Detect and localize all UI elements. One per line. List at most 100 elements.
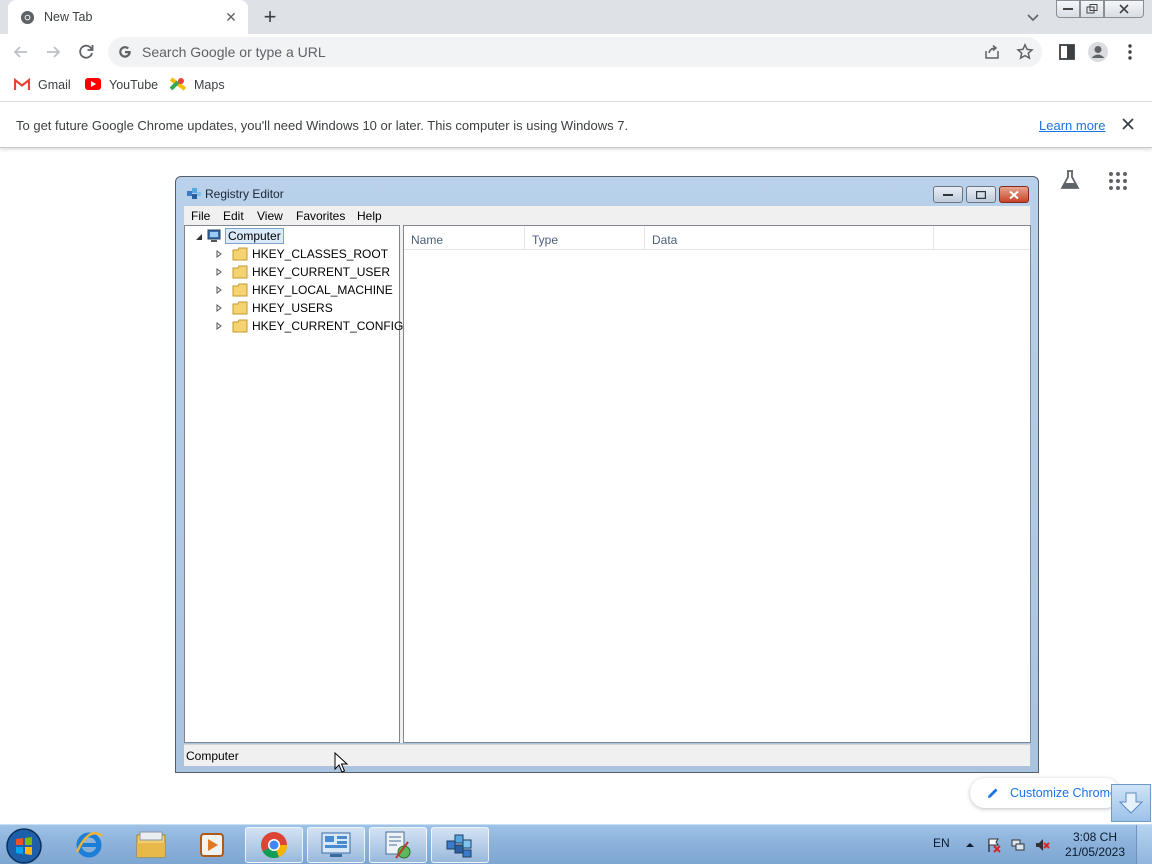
minimize-icon [943,193,953,196]
control-panel-icon [321,832,351,857]
profile-avatar-icon[interactable] [1087,41,1109,63]
column-header-name[interactable]: Name [404,226,525,250]
folder-icon [232,283,248,297]
menu-file[interactable]: File [191,209,210,223]
menu-favorites[interactable]: Favorites [296,209,345,223]
network-tool-icon [385,831,411,859]
google-g-icon [119,46,131,58]
bookmark-label: Gmail [38,78,71,92]
customize-chrome-button[interactable]: Customize Chrome [970,778,1120,808]
new-tab-button[interactable]: + [258,6,282,30]
regedit-maximize-button[interactable] [966,186,996,203]
learn-more-link[interactable]: Learn more [1039,118,1105,133]
volume-muted-icon[interactable] [1034,837,1050,853]
chrome-icon [20,10,35,25]
system-clock[interactable]: 3:08 CH 21/05/2023 [1060,830,1130,860]
regedit-minimize-button[interactable] [933,186,963,203]
registry-editor-window: Registry Editor File Edit View Favorites… [175,176,1039,773]
taskbar-chrome[interactable] [245,827,303,863]
registry-tree[interactable]: Computer HKEY_CLASSES_ROOT HKEY_CURRENT_… [184,225,403,743]
tree-node-hku[interactable]: HKEY_USERS [214,300,394,318]
regedit-close-button[interactable] [999,186,1029,203]
tree-node-hklm[interactable]: HKEY_LOCAL_MACHINE [214,282,394,300]
customize-label: Customize Chrome [1010,786,1117,800]
close-icon [1009,190,1019,199]
taskbar-media-player[interactable] [183,827,241,863]
start-button[interactable] [4,826,44,864]
share-icon[interactable] [984,44,1000,60]
apps-grid-icon[interactable] [1107,170,1129,192]
internet-explorer-icon [75,832,103,858]
forward-arrow-icon[interactable] [42,41,64,63]
registry-editor-icon [187,188,201,199]
bookmarks-bar: Gmail YouTube Maps [0,70,1152,102]
tab-close-button[interactable]: ✕ [222,8,240,26]
folder-icon [232,301,248,315]
taskbar-registry-editor[interactable] [431,827,489,863]
tree-node-hkcr[interactable]: HKEY_CLASSES_ROOT [214,246,394,264]
taskbar-control-panel[interactable] [307,827,365,863]
tree-label: HKEY_LOCAL_MACHINE [252,283,393,297]
menu-help[interactable]: Help [357,209,382,223]
regedit-statusbar: Computer [184,744,1030,766]
more-menu-icon[interactable] [1119,41,1141,63]
collapsed-triangle-icon [216,286,222,294]
regedit-titlebar[interactable]: Registry Editor [176,177,1038,207]
omnibox[interactable]: Search Google or type a URL [108,37,1042,67]
bookmark-label: Maps [194,78,225,92]
menu-view[interactable]: View [257,209,283,223]
tree-node-hkcc[interactable]: HKEY_CURRENT_CONFIG [214,318,403,336]
bookmark-youtube[interactable]: YouTube [85,76,165,96]
bookmark-gmail[interactable]: Gmail [14,76,84,96]
language-indicator[interactable]: EN [933,836,950,850]
taskbar-file-explorer[interactable] [122,827,180,863]
tray-expand-icon[interactable] [962,837,978,853]
tab-search-icon[interactable] [1024,8,1042,26]
tree-node-hkcu[interactable]: HKEY_CURRENT_USER [214,264,394,282]
collapsed-triangle-icon [216,304,222,312]
column-header-data[interactable]: Data [645,226,934,250]
folder-icon [232,319,248,333]
regedit-menubar: File Edit View Favorites Help [184,206,1030,225]
infobar-message: To get future Google Chrome updates, you… [16,118,629,133]
infobar-close-icon[interactable] [1120,116,1136,132]
registry-editor-icon [446,834,472,858]
omnibox-placeholder: Search Google or type a URL [142,44,326,60]
tree-label: Computer [225,228,284,244]
clock-date: 21/05/2023 [1064,845,1126,859]
bookmark-star-icon[interactable] [1016,43,1034,61]
taskbar-internet-explorer[interactable] [60,827,118,863]
menu-edit[interactable]: Edit [223,209,244,223]
reload-icon[interactable] [75,41,97,63]
network-icon[interactable] [1010,837,1026,853]
window-restore-button[interactable] [1080,0,1104,18]
tree-node-computer[interactable]: Computer [194,228,394,246]
back-arrow-icon[interactable] [10,41,32,63]
youtube-icon [85,78,101,90]
tree-label: HKEY_USERS [252,301,333,315]
column-header-type[interactable]: Type [525,226,645,250]
registry-values-list[interactable]: Name Type Data [403,225,1031,743]
maximize-icon [976,190,986,199]
computer-icon [207,229,221,242]
maps-icon [170,77,186,91]
labs-flask-icon[interactable] [1058,168,1082,192]
window-minimize-button[interactable] [1056,0,1080,18]
show-desktop-button[interactable] [1136,825,1152,864]
clock-time: 3:08 CH [1072,830,1118,844]
tree-label: HKEY_CLASSES_ROOT [252,247,389,261]
collapsed-triangle-icon [216,322,222,330]
windows-taskbar: EN 3:08 CH 21/05/2023 [0,824,1152,864]
bookmark-maps[interactable]: Maps [170,76,235,96]
collapsed-triangle-icon [216,250,222,258]
folder-icon [232,247,248,261]
action-center-flag-icon[interactable] [986,837,1002,853]
tree-label: HKEY_CURRENT_USER [252,265,391,279]
tab-new-tab[interactable]: New Tab ✕ [8,0,248,34]
media-player-icon [200,833,224,857]
window-close-button[interactable] [1104,0,1144,18]
regedit-client-area: Computer HKEY_CLASSES_ROOT HKEY_CURRENT_… [184,225,1031,743]
taskbar-network-tool[interactable] [369,827,427,863]
side-panel-icon[interactable] [1056,41,1078,63]
close-icon [1119,4,1129,14]
